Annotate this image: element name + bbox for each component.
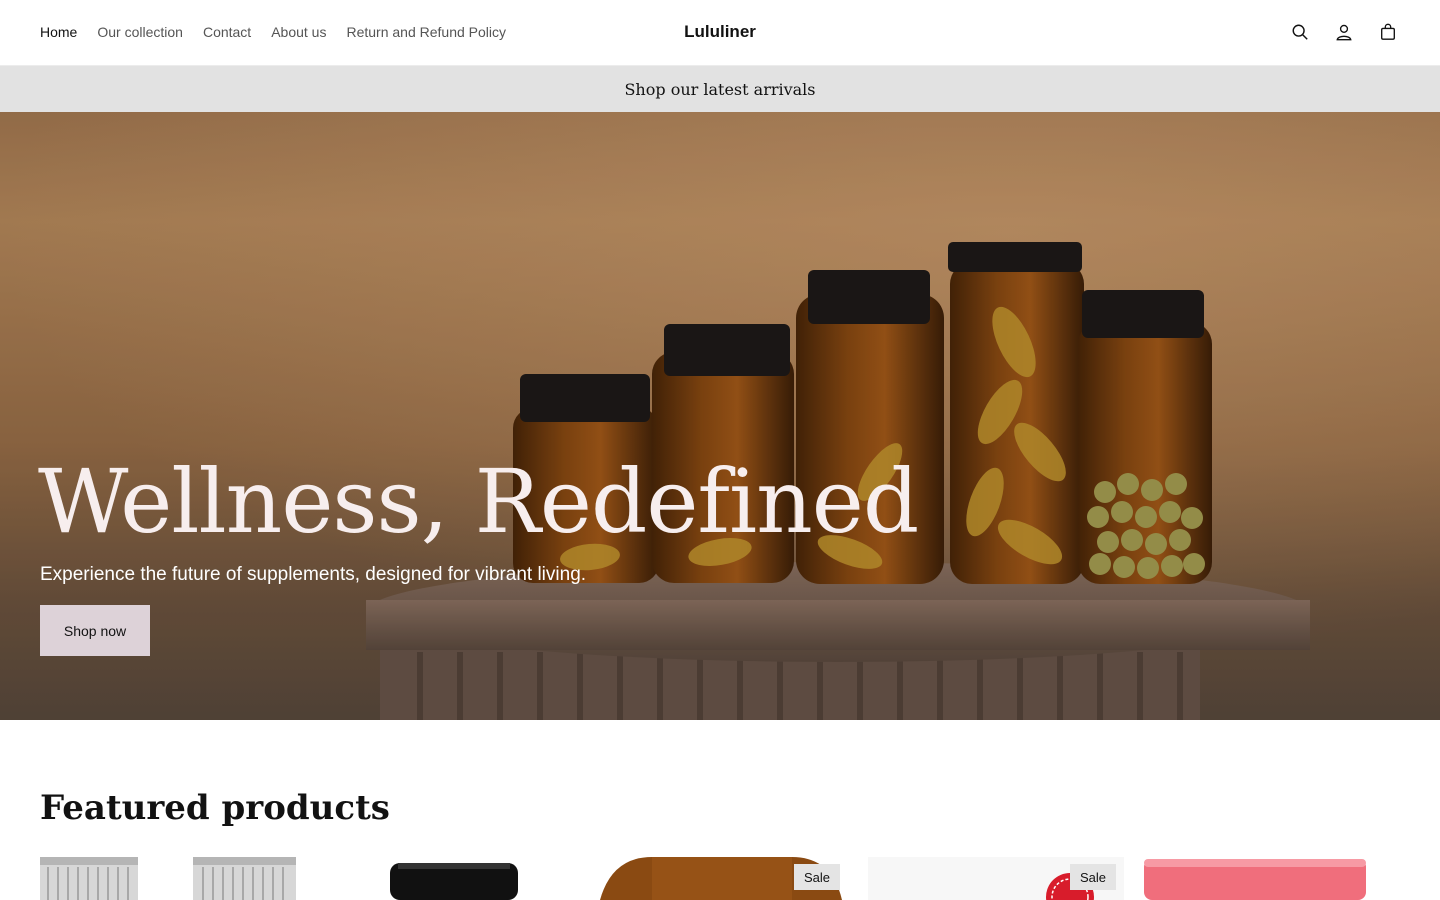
nav-home[interactable]: Home <box>40 24 77 40</box>
announcement-bar: Shop our latest arrivals <box>0 66 1440 112</box>
shop-now-button[interactable]: Shop now <box>40 605 150 656</box>
hero-subtitle: Experience the future of supplements, de… <box>40 564 587 585</box>
nav-about-us[interactable]: About us <box>271 24 326 40</box>
hero-image <box>0 112 1440 720</box>
nav-contact[interactable]: Contact <box>203 24 251 40</box>
cart-icon[interactable] <box>1376 20 1400 44</box>
sale-badge: Sale <box>1070 864 1117 890</box>
nav-refund-policy[interactable]: Return and Refund Policy <box>346 24 506 40</box>
account-icon[interactable] <box>1332 20 1356 44</box>
search-icon[interactable] <box>1288 20 1312 44</box>
product-image <box>40 857 296 900</box>
brand-logo[interactable]: Lululiner <box>684 22 756 42</box>
nav-our-collection[interactable]: Our collection <box>97 24 183 40</box>
site-header: Home Our collection Contact About us Ret… <box>0 0 1440 66</box>
product-image <box>390 863 518 900</box>
sale-badge: Sale <box>794 864 841 890</box>
header-actions <box>1288 0 1400 64</box>
main-nav: Home Our collection Contact About us Ret… <box>40 0 506 64</box>
product-image <box>1144 859 1366 900</box>
hero-banner: Wellness, Redefined Experience the futur… <box>0 112 1440 720</box>
product-card[interactable] <box>316 857 572 900</box>
featured-products-heading: Featured products <box>40 788 390 828</box>
product-card[interactable] <box>1144 857 1400 900</box>
product-grid: Sale Sale <box>40 857 1400 900</box>
product-card[interactable]: Sale <box>592 857 848 900</box>
hero-title: Wellness, Redefined <box>38 450 919 553</box>
announcement-text[interactable]: Shop our latest arrivals <box>624 80 815 99</box>
product-card[interactable]: Sale <box>868 857 1124 900</box>
product-card[interactable] <box>40 857 296 900</box>
